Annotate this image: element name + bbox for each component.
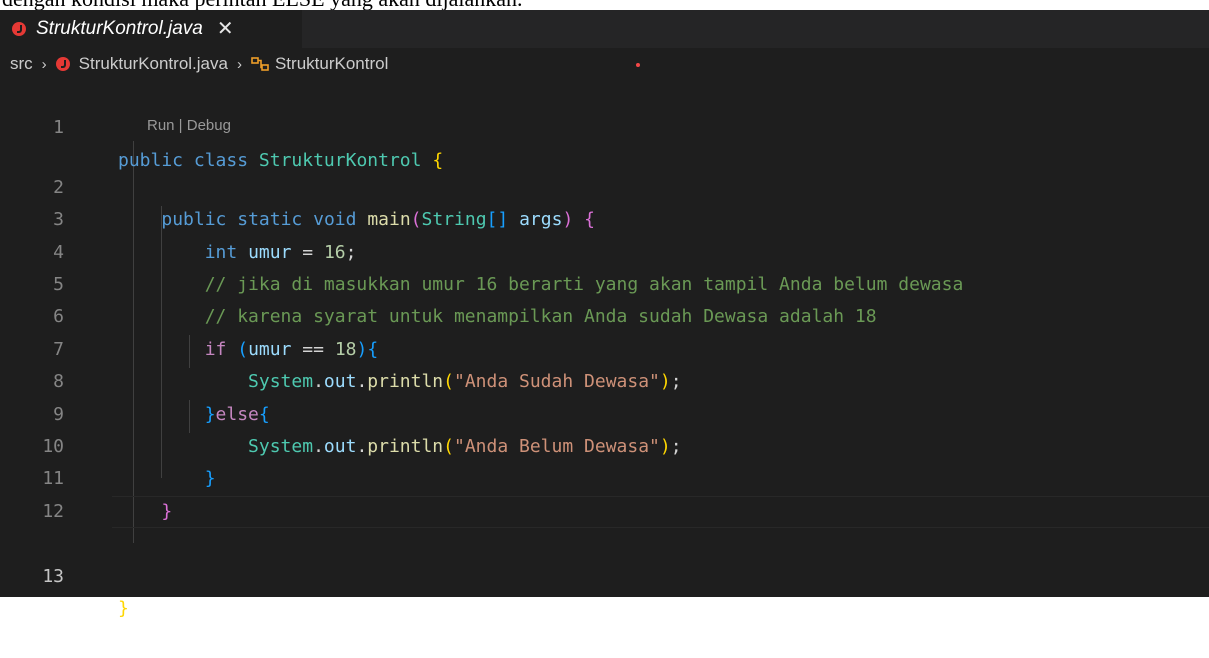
code-area[interactable]: 1 public class StrukturKontrol { Run | D… [0,80,1209,619]
tab-bar: StrukturKontrol.java ✕ [0,10,1209,48]
codelens[interactable]: Run | Debug [0,112,1209,139]
breadcrumb-folder[interactable]: src [10,54,33,74]
code-line: 9 System.out.println("Anda Belum Dewasa"… [0,366,1209,457]
code-line: 11 } [0,431,1209,521]
code-line-current: 13 } [0,495,1209,619]
code-editor: StrukturKontrol.java ✕ src › StrukturKon… [0,10,1209,619]
code-line: 3 int umur = 16; [0,172,1209,262]
chevron-right-icon: › [236,55,242,73]
close-icon[interactable]: ✕ [217,19,234,39]
code-line: 4 // jika di masukkan umur 16 berarti ya… [0,204,1209,295]
current-line-highlight [112,495,1209,528]
code-line: 1 public class StrukturKontrol { [0,80,1209,170]
tab-strukturkontrol[interactable]: StrukturKontrol.java ✕ [0,10,302,48]
code-line: 6 if (umur == 18){ [0,269,1209,359]
code-line: 2 public static void main(String[] args)… [0,139,1209,230]
breadcrumb-file[interactable]: StrukturKontrol.java [79,54,228,74]
code-line: 5 // karena syarat untuk menampilkan And… [0,237,1209,327]
breadcrumb: src › StrukturKontrol.java › StrukturKon… [0,48,1209,80]
cursor-dot [636,63,640,67]
line-content: } [118,593,129,625]
java-file-icon [12,22,26,36]
token: } [118,597,129,619]
chevron-right-icon: › [41,55,47,73]
code-line: 12 [0,463,1209,522]
code-line: 7 System.out.println("Anda Sudah Dewasa"… [0,301,1209,392]
tab-title: StrukturKontrol.java [36,18,203,39]
java-file-icon [55,57,70,71]
code-line: 10 } [0,399,1209,489]
breadcrumb-symbol[interactable]: StrukturKontrol [275,54,388,74]
line-number: 13 [42,565,64,587]
class-symbol-icon [251,57,269,71]
codelens-run-debug[interactable]: Run | Debug [147,112,231,139]
code-line: 8 }else{ [0,334,1209,424]
